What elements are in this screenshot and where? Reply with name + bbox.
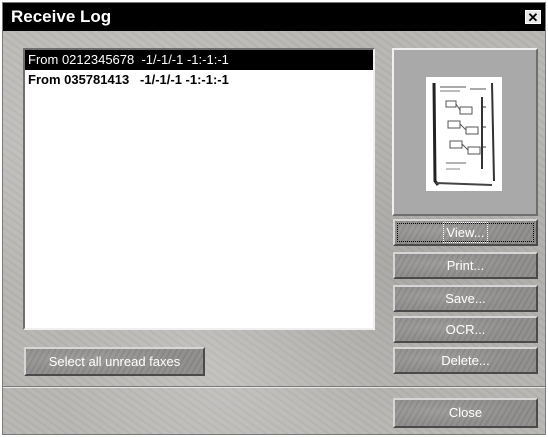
save-button[interactable]: Save... [393,285,538,312]
select-all-unread-button[interactable]: Select all unread faxes [24,347,205,376]
ocr-button[interactable]: OCR... [393,316,538,343]
list-item[interactable]: From 035781413 -1/-1/-1 -1:-1:-1 [25,70,373,90]
delete-button[interactable]: Delete... [393,347,538,374]
title-bar[interactable]: Receive Log ✕ [3,3,545,31]
view-button-label: View... [443,222,488,243]
fax-log-list[interactable]: From 0212345678 -1/-1/-1 -1:-1:-1 From 0… [23,48,375,330]
window-title: Receive Log [11,7,112,26]
fax-preview-pane [392,48,538,216]
fax-page-thumbnail-icon [426,77,502,191]
receive-log-dialog: Receive Log ✕ From 0212345678 -1/-1/-1 -… [2,2,546,435]
divider [3,386,545,388]
print-button[interactable]: Print... [393,252,538,279]
list-item[interactable]: From 0212345678 -1/-1/-1 -1:-1:-1 [25,50,373,70]
close-window-icon[interactable]: ✕ [525,10,541,25]
view-button[interactable]: View... [393,219,538,246]
close-button[interactable]: Close [393,398,538,428]
